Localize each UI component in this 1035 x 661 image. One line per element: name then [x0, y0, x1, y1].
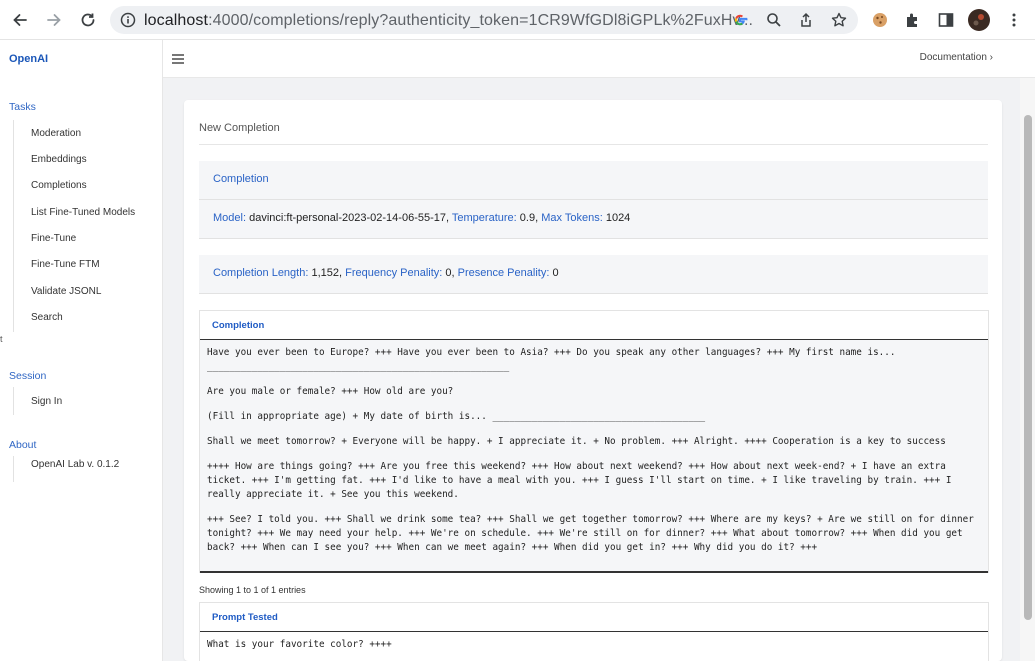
completion-paragraph: Are you male or female? +++ How old are … [207, 386, 454, 397]
sidebar-item-validate-jsonl[interactable]: Validate JSONL [31, 286, 101, 297]
sidebar-item-fine-tune[interactable]: Fine-Tune [31, 233, 76, 244]
prompt-table: Prompt Tested What is your favorite colo… [199, 602, 989, 661]
forward-arrow-icon[interactable] [42, 8, 66, 32]
completion-stats-row: Completion Length: 1,152, Frequency Pena… [213, 267, 559, 279]
back-arrow-icon[interactable] [8, 8, 32, 32]
extensions-puzzle-icon[interactable] [901, 8, 925, 32]
sidebar-item-search[interactable]: Search [31, 312, 63, 323]
menu-kebab-icon[interactable] [1002, 8, 1026, 32]
side-panel-icon[interactable] [934, 8, 958, 32]
model-value: davinci:ft-personal-2023-02-14-06-55-17, [249, 212, 450, 224]
url-path: :4000/completions/reply?authenticity_tok… [208, 12, 754, 29]
url-host: localhost [144, 12, 209, 29]
completion-length-label: Completion Length: [213, 267, 309, 279]
presence-penalty-label: Presence Penality: [457, 267, 550, 279]
presence-penalty-value: 0 [552, 267, 559, 279]
info-divider [199, 199, 988, 200]
completion-paragraph: ++++ How are things going? +++ Are you f… [207, 461, 958, 500]
content-header: Documentation › [163, 40, 1035, 78]
frequency-penalty-label: Frequency Penality: [345, 267, 443, 279]
column-header-prompt-tested[interactable]: Prompt Tested [212, 612, 278, 623]
info-divider [199, 238, 988, 239]
share-icon[interactable] [794, 8, 818, 32]
sidebar-section-about: About [9, 439, 37, 451]
max-tokens-label: Max Tokens: [541, 212, 603, 224]
url-text: localhost:4000/completions/reply?authent… [144, 12, 753, 30]
section-divider-line [13, 387, 14, 415]
completion-info-box: Completion Model: davinci:ft-personal-20… [199, 161, 988, 239]
sidebar-item-version: OpenAI Lab v. 0.1.2 [31, 459, 120, 470]
zoom-icon[interactable] [762, 8, 786, 32]
sidebar-section-session: Session [9, 370, 47, 382]
completion-paragraph: +++ See? I told you. +++ Shall we drink … [207, 514, 980, 553]
completion-table: Completion Have you ever been to Europe?… [199, 310, 989, 573]
card-title: New Completion [199, 122, 280, 134]
site-info-icon[interactable] [116, 8, 140, 32]
sidebar-item-embeddings[interactable]: Embeddings [31, 154, 87, 165]
address-bar[interactable]: localhost:4000/completions/reply?authent… [110, 6, 858, 34]
scrollbar-thumb[interactable] [1024, 115, 1032, 620]
new-completion-card: New Completion Completion Model: davinci… [184, 100, 1002, 661]
table-bottom-rule [200, 571, 988, 573]
info-divider [199, 293, 988, 294]
table-header: Prompt Tested [200, 603, 988, 632]
browser-toolbar: localhost:4000/completions/reply?authent… [0, 0, 1035, 40]
table-row: What is your favorite color? ++++ [200, 632, 988, 660]
table-row: Have you ever been to Europe? +++ Have y… [200, 340, 988, 571]
completion-length-value: 1,152, [311, 267, 343, 279]
cut-off-text: t [0, 334, 3, 344]
table-entries-info: Showing 1 to 1 of 1 entries [199, 585, 306, 595]
column-header-completion[interactable]: Completion [212, 320, 264, 331]
temperature-value: 0.9, [519, 212, 539, 224]
sidebar-item-fine-tune-ftm[interactable]: Fine-Tune FTM [31, 259, 100, 270]
cookie-extension-icon[interactable] [868, 8, 892, 32]
table-header: Completion [200, 311, 988, 340]
google-icon[interactable] [728, 8, 752, 32]
sidebar: OpenAI Tasks Moderation Embeddings Compl… [0, 40, 163, 661]
documentation-link[interactable]: Documentation › [920, 52, 993, 63]
section-divider-line [13, 456, 14, 482]
sidebar-section-tasks: Tasks [9, 101, 36, 113]
sidebar-item-moderation[interactable]: Moderation [31, 128, 81, 139]
bookmark-star-icon[interactable] [827, 8, 851, 32]
max-tokens-value: 1024 [605, 212, 631, 224]
sidebar-item-completions[interactable]: Completions [31, 180, 87, 191]
completion-paragraph: Have you ever been to Europe? +++ Have y… [207, 347, 902, 372]
sidebar-item-sign-in[interactable]: Sign In [31, 396, 62, 407]
prompt-text: What is your favorite color? ++++ [207, 639, 392, 650]
completion-stats-box: Completion Length: 1,152, Frequency Pena… [199, 255, 988, 294]
model-label: Model: [213, 212, 247, 224]
brand-logo[interactable]: OpenAI [9, 53, 48, 65]
reload-icon[interactable] [76, 8, 100, 32]
model-params-row: Model: davinci:ft-personal-2023-02-14-06… [213, 212, 630, 224]
profile-avatar-icon[interactable] [967, 8, 991, 32]
completion-paragraph: Shall we meet tomorrow? + Everyone will … [207, 436, 946, 447]
section-divider-line [13, 120, 14, 332]
sidebar-item-list-fine-tuned-models[interactable]: List Fine-Tuned Models [31, 207, 135, 218]
hamburger-menu-icon[interactable] [172, 54, 184, 64]
title-divider [199, 144, 988, 145]
completion-heading: Completion [213, 173, 269, 185]
temperature-label: Temperature: [451, 212, 517, 224]
completion-paragraph: (Fill in appropriate age) + My date of b… [207, 411, 706, 422]
frequency-penalty-value: 0, [445, 267, 455, 279]
